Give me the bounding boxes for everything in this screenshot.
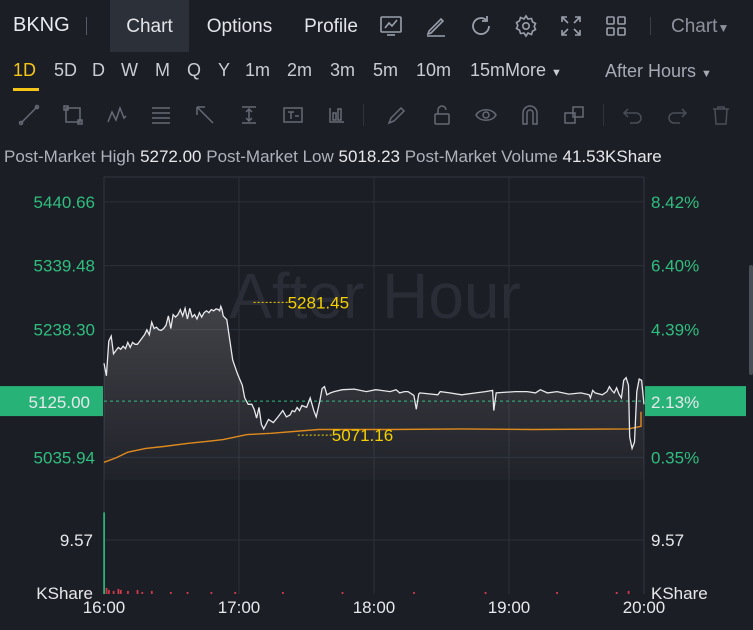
x-tick-label: 18:00	[353, 598, 396, 617]
x-tick-label: 20:00	[623, 598, 666, 617]
volume-bar	[150, 590, 153, 594]
pct-tick-label: 0.35%	[651, 448, 699, 467]
volume-tick-label-right: 9.57	[651, 531, 684, 550]
volume-bar	[210, 591, 213, 594]
volume-bar	[484, 591, 487, 594]
current-price-label: 5125.00	[29, 393, 90, 412]
volume-bar	[127, 590, 129, 594]
volume-bar	[105, 587, 108, 594]
volume-bar	[282, 591, 284, 594]
volume-bar	[107, 589, 110, 594]
x-tick-label: 17:00	[218, 598, 261, 617]
volume-bar	[117, 588, 120, 594]
y-tick-label: 5035.94	[34, 448, 95, 467]
x-tick-label: 19:00	[488, 598, 531, 617]
y-tick-label: 5440.66	[34, 193, 95, 212]
pct-tick-label: 8.42%	[651, 193, 699, 212]
low-price-label: 5071.16	[332, 426, 393, 445]
after-hour-watermark: After Hour	[229, 260, 521, 332]
volume-bar	[234, 591, 237, 594]
volume-bar	[413, 591, 415, 594]
price-chart[interactable]: After Hour 5281.45 5071.16 5440.66 5339.48…	[0, 0, 753, 630]
volume-bar	[119, 589, 122, 594]
volume-bar	[186, 591, 189, 594]
volume-bar	[136, 589, 139, 594]
volume-tick-label: 9.57	[60, 531, 93, 550]
high-price-label: 5281.45	[288, 293, 349, 312]
volume-bar	[112, 590, 115, 594]
volume-bar	[556, 591, 558, 594]
y-tick-label: 5238.30	[34, 321, 95, 340]
x-tick-label: 16:00	[83, 598, 126, 617]
volume-bar	[103, 512, 105, 594]
pct-tick-label: 4.39%	[651, 321, 699, 340]
current-pct-label: 2.13%	[651, 393, 699, 412]
pct-tick-label: 6.40%	[651, 257, 699, 276]
volume-bar	[141, 591, 144, 594]
chart-scrollbar[interactable]	[749, 265, 753, 375]
volume-bar	[169, 591, 172, 594]
volume-bar	[627, 590, 630, 594]
volume-bar	[341, 591, 344, 594]
volume-bar	[615, 591, 618, 594]
y-tick-label: 5339.48	[34, 257, 95, 276]
